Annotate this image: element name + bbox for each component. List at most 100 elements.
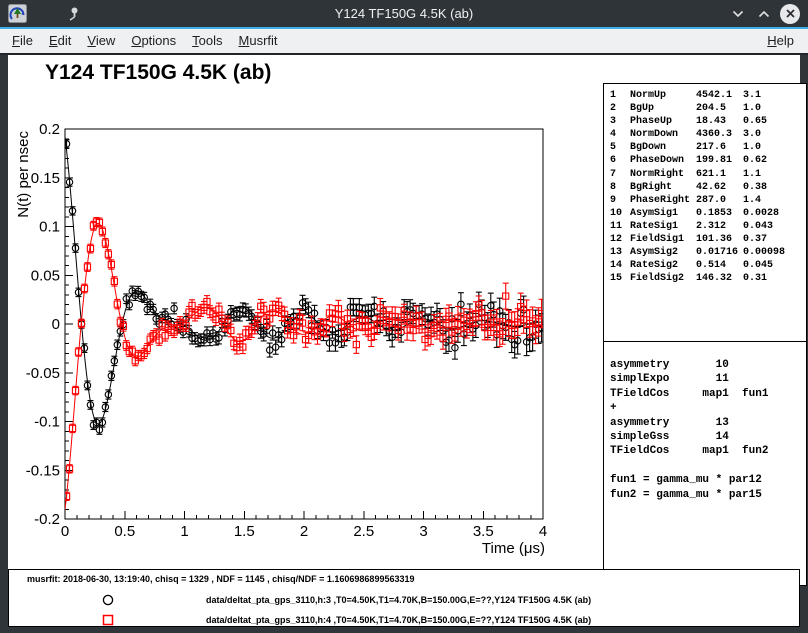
svg-text:0: 0 (52, 316, 60, 333)
param-name: BgDown (630, 141, 696, 154)
param-name: PhaseUp (630, 115, 696, 128)
param-row: 10AsymSig10.18530.0028 (610, 207, 806, 220)
legend-entry: data/deltat_pta_gps_3110,h:3 ,T0=4.50K,T… (9, 593, 799, 607)
param-name: AsymSig1 (630, 207, 696, 220)
svg-text:-0.15: -0.15 (26, 462, 60, 479)
param-no: 15 (610, 272, 630, 285)
param-value: 287.0 (696, 194, 743, 207)
param-row: 5BgDown217.61.0 (610, 141, 806, 154)
param-no: 9 (610, 194, 630, 207)
series-black-circles (63, 140, 544, 435)
param-row: 3PhaseUp18.430.65 (610, 115, 806, 128)
svg-text:0.1: 0.1 (39, 219, 60, 236)
param-err: 0.62 (743, 154, 806, 167)
menu-item-edit[interactable]: Edit (41, 30, 79, 52)
param-no: 11 (610, 220, 630, 233)
fit-curve-square (65, 223, 543, 509)
param-row: 15FieldSig2146.320.31 (610, 272, 806, 285)
param-name: PhaseDown (630, 154, 696, 167)
param-value: 4542.1 (696, 89, 743, 102)
param-err: 1.0 (743, 141, 806, 154)
param-value: 101.36 (696, 233, 743, 246)
param-value: 621.1 (696, 168, 743, 181)
svg-text:-0.2: -0.2 (34, 511, 60, 528)
param-row: 4NormDown4360.33.0 (610, 128, 806, 141)
svg-text:0.15: 0.15 (31, 170, 60, 187)
y-axis-title: N(t) per nsec (15, 131, 32, 218)
musrview-canvas: Y124 TF150G 4.5K (ab)00.511.522.533.540.… (8, 55, 800, 627)
param-err: 0.043 (743, 220, 806, 233)
param-err: 0.31 (743, 272, 806, 285)
param-name: FieldSig1 (630, 233, 696, 246)
plot-area[interactable]: Y124 TF150G 4.5K (ab)00.511.522.533.540.… (8, 55, 603, 569)
theory-line: asymmetry 10 (610, 358, 806, 372)
param-row: 7NormRight621.11.1 (610, 168, 806, 181)
svg-text:4: 4 (539, 523, 547, 540)
menu-item-file[interactable]: File (4, 30, 41, 52)
param-no: 12 (610, 233, 630, 246)
param-value: 204.5 (696, 102, 743, 115)
svg-text:2: 2 (300, 523, 308, 540)
series-red-squares (63, 218, 544, 501)
svg-text:3: 3 (419, 523, 427, 540)
param-row: 14RateSig20.5140.045 (610, 259, 806, 272)
param-name: PhaseRight (630, 194, 696, 207)
param-row: 12FieldSig1101.360.37 (610, 233, 806, 246)
param-err: 0.38 (743, 181, 806, 194)
menu-item-tools[interactable]: Tools (184, 30, 230, 52)
svg-text:-0.1: -0.1 (34, 414, 60, 431)
svg-text:0.05: 0.05 (31, 267, 60, 284)
menu-item-musrfit[interactable]: Musrfit (231, 30, 286, 52)
param-err: 1.0 (743, 102, 806, 115)
svg-text:1: 1 (180, 523, 188, 540)
param-name: NormRight (630, 168, 696, 181)
param-err: 0.045 (743, 259, 806, 272)
info-panel: musrfit: 2018-06-30, 13:19:40, chisq = 1… (8, 569, 800, 627)
param-no: 5 (610, 141, 630, 154)
minimize-button[interactable] (728, 4, 748, 24)
param-value: 2.312 (696, 220, 743, 233)
param-name: FieldSig2 (630, 272, 696, 285)
menu-item-view[interactable]: View (79, 30, 123, 52)
window-title: Y124 TF150G 4.5K (ab) (0, 0, 808, 27)
menu-bar: FileEditViewOptionsToolsMusrfit Help (0, 29, 808, 55)
param-no: 10 (610, 207, 630, 220)
param-value: 0.01716 (696, 246, 743, 259)
menu-item-options[interactable]: Options (123, 30, 184, 52)
menu-item-help[interactable]: Help (759, 30, 802, 52)
param-name: NormDown (630, 128, 696, 141)
theory-panel: asymmetry 10simplExpo 11TFieldCos map1 f… (603, 341, 807, 586)
param-value: 4360.3 (696, 128, 743, 141)
theory-line: simpleGss 14 (610, 430, 806, 444)
param-name: BgRight (630, 181, 696, 194)
param-err: 0.37 (743, 233, 806, 246)
param-err: 3.0 (743, 128, 806, 141)
theory-line: TFieldCos map1 fun2 (610, 444, 806, 458)
theory-line: fun2 = gamma_mu * par15 (610, 488, 806, 502)
param-no: 2 (610, 102, 630, 115)
maximize-button[interactable] (754, 4, 774, 24)
title-bar[interactable]: Y124 TF150G 4.5K (ab) (0, 0, 808, 27)
param-row: 9PhaseRight287.01.4 (610, 194, 806, 207)
svg-text:3.5: 3.5 (473, 523, 494, 540)
param-err: 1.1 (743, 168, 806, 181)
legend-circle-marker-icon (101, 593, 115, 607)
param-value: 18.43 (696, 115, 743, 128)
legend-label: data/deltat_pta_gps_3110,h:3 ,T0=4.50K,T… (206, 595, 591, 605)
param-name: BgUp (630, 102, 696, 115)
svg-text:1.5: 1.5 (234, 523, 255, 540)
param-value: 217.6 (696, 141, 743, 154)
close-button[interactable] (780, 4, 800, 24)
param-no: 4 (610, 128, 630, 141)
param-row: 8BgRight42.620.38 (610, 181, 806, 194)
param-err: 3.1 (743, 89, 806, 102)
main-window: Y124 TF150G 4.5K (ab) FileEditViewOption… (0, 0, 808, 633)
fit-status-line: musrfit: 2018-06-30, 13:19:40, chisq = 1… (27, 574, 414, 584)
param-err: 1.4 (743, 194, 806, 207)
param-no: 7 (610, 168, 630, 181)
param-value: 42.62 (696, 181, 743, 194)
param-no: 6 (610, 154, 630, 167)
theory-line (610, 459, 806, 473)
param-name: NormUp (630, 89, 696, 102)
legend-square-marker-icon (101, 613, 115, 627)
